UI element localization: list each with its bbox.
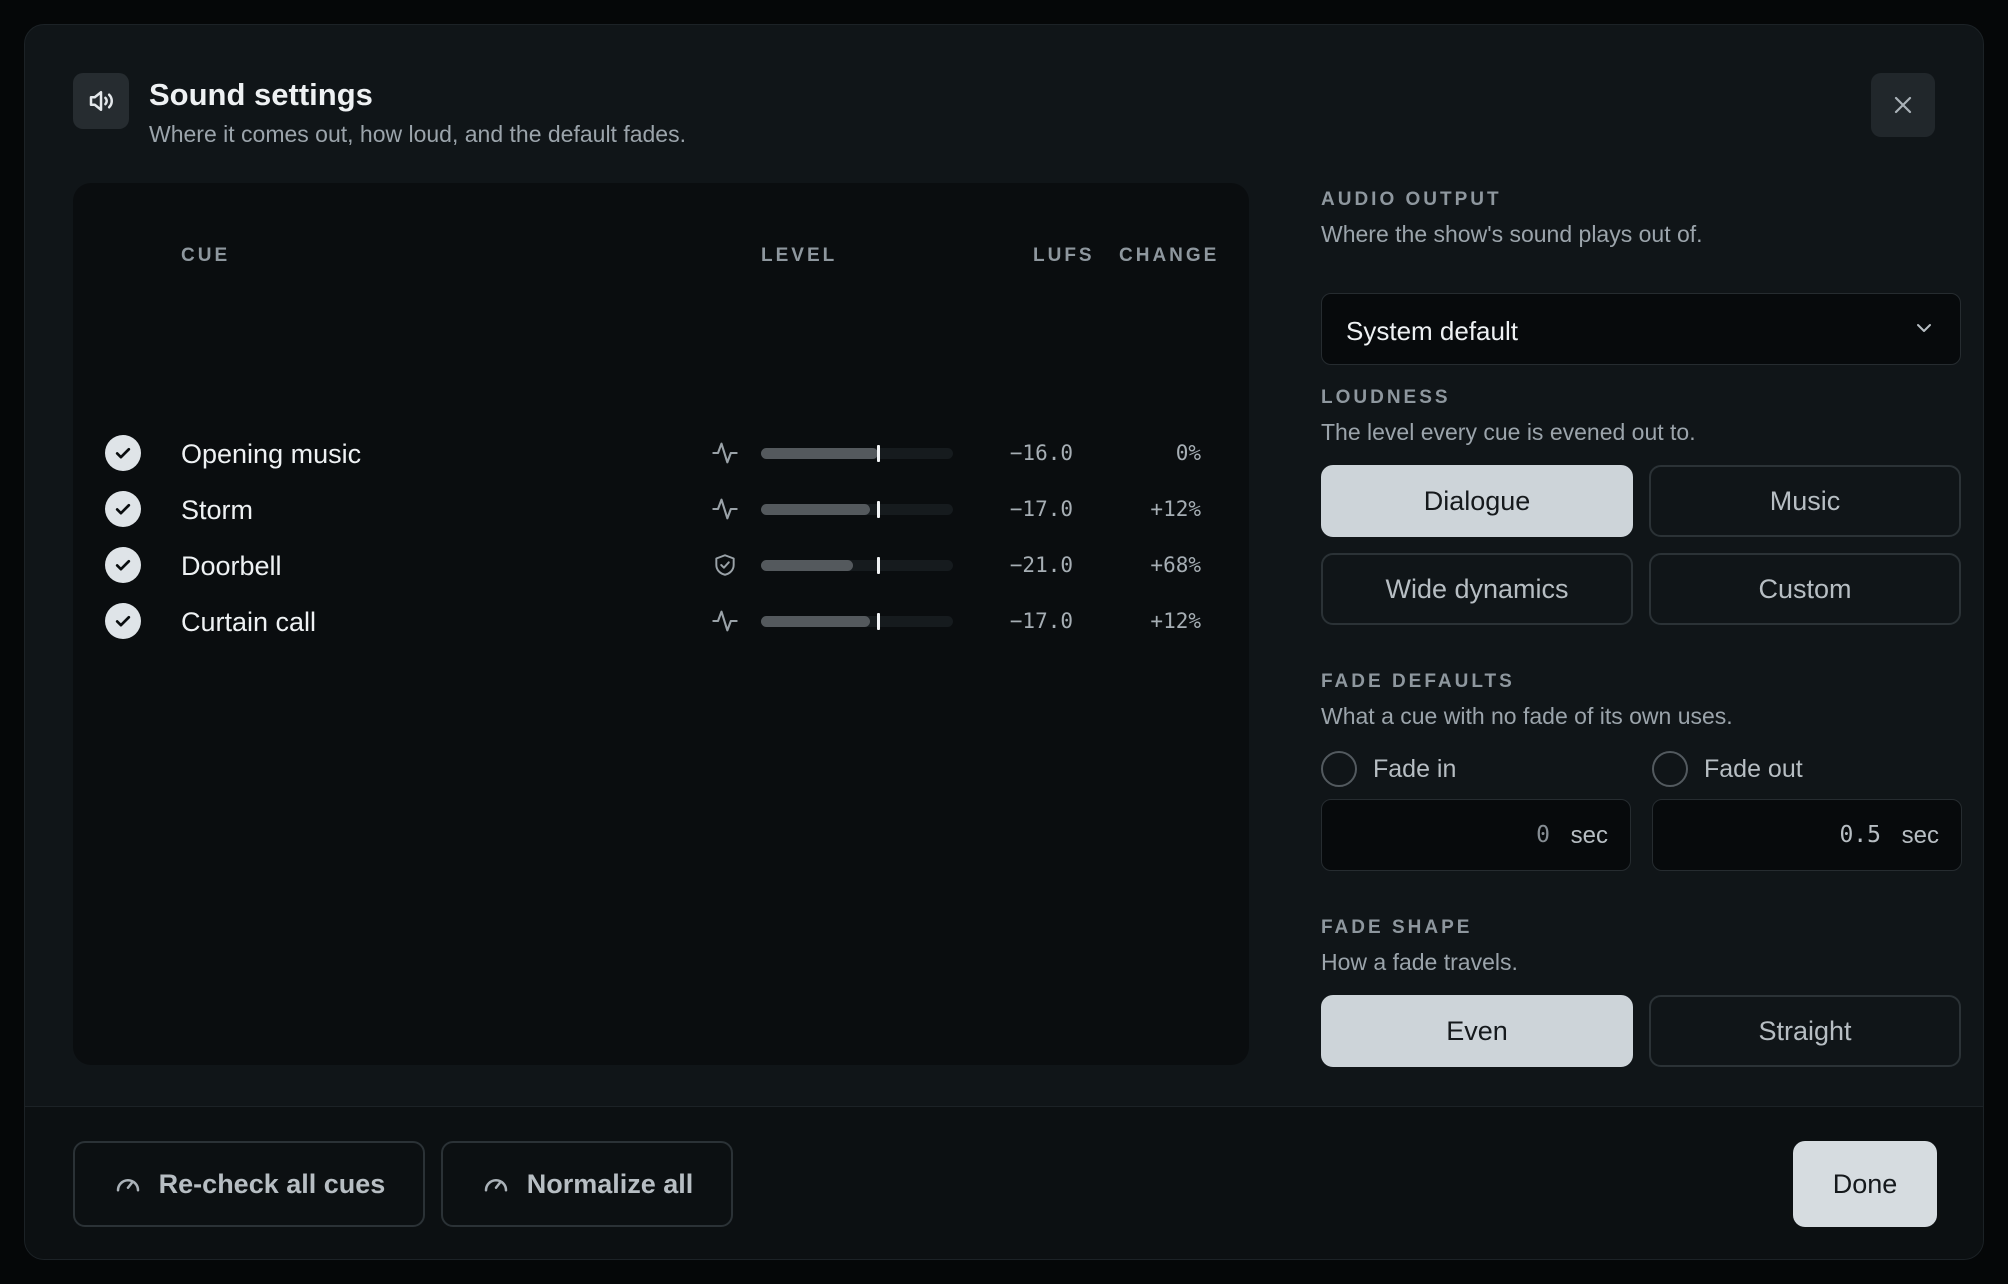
cue-row[interactable]: Curtain call −17.0 +12% [73,593,1249,649]
loudness-option-wide-dynamics[interactable]: Wide dynamics [1321,553,1633,625]
fade-defaults-label: FADE DEFAULTS [1321,671,1515,692]
done-button[interactable]: Done [1793,1141,1937,1227]
cue-change: +68% [1150,553,1201,577]
cue-name: Curtain call [181,607,317,637]
fade-in-label: Fade in [1373,755,1457,783]
fade-out-value: 0.5 [1839,822,1881,848]
dialog-subtitle: Where it comes out, how loud, and the de… [149,121,686,147]
cue-checkbox[interactable] [105,603,141,639]
target-marker [877,557,880,574]
cue-name: Storm [181,495,254,525]
level-meter-fill [761,448,879,459]
level-meter-fill [761,616,871,627]
cue-lufs: −21.0 [1009,553,1073,577]
fade-shape-label: FADE SHAPE [1321,917,1473,938]
normalize-all-button[interactable]: Normalize all [441,1141,733,1227]
cue-change: +12% [1150,497,1201,521]
loudness-description: The level every cue is evened out to. [1321,419,1696,445]
gauge-icon [116,1179,139,1192]
cue-checkbox[interactable] [105,547,141,583]
loudness-option-custom[interactable]: Custom [1649,553,1961,625]
waveform-icon [711,495,739,523]
level-meter [761,557,953,574]
audio-output-description: Where the show's sound plays out of. [1321,221,1703,247]
normalize-all-label: Normalize all [526,1168,694,1199]
cue-change: +12% [1150,609,1201,633]
fade-in-radio[interactable] [1321,751,1357,787]
close-icon [1894,96,1912,114]
level-meter [761,501,953,518]
level-meter [761,613,953,630]
fade-in-value: 0 [1536,822,1550,848]
cue-name: Doorbell [181,551,282,581]
cue-lufs: −16.0 [1009,441,1073,465]
loudness-label: LOUDNESS [1321,387,1451,408]
checkmark-icon [115,559,131,571]
level-meter-fill [761,560,854,571]
loudness-option-dialogue[interactable]: Dialogue [1321,465,1633,537]
checkmark-icon [115,447,131,459]
target-marker [877,613,880,630]
target-marker [877,445,880,462]
cue-row[interactable]: Doorbell −21.0 +68% [73,537,1249,593]
cue-checkbox[interactable] [105,435,141,471]
audio-output-value: System default [1346,316,1518,346]
cue-list-panel: CUE LEVEL LUFS CHANGE Opening music −16.… [73,183,1249,1065]
cue-row[interactable]: Storm −17.0 +12% [73,481,1249,537]
chevron-down-icon [1917,324,1931,332]
fade-shape-option-straight[interactable]: Straight [1649,995,1961,1067]
column-header-level: LEVEL [761,245,838,266]
sound-settings-dialog: Sound settings Where it comes out, how l… [24,24,1984,1260]
fade-defaults-description: What a cue with no fade of its own uses. [1321,703,1733,729]
recheck-all-cues-label: Re-check all cues [158,1168,386,1199]
gauge-icon [484,1179,507,1192]
level-meter-fill [761,504,871,515]
audio-output-label: AUDIO OUTPUT [1321,189,1502,210]
fade-in-field[interactable]: 0 sec [1321,799,1631,871]
shield-icon [711,551,739,579]
close-button[interactable] [1871,73,1935,137]
fade-in-unit: sec [1570,822,1608,849]
waveform-icon [711,607,739,635]
cue-lufs: −17.0 [1009,497,1073,521]
cue-change: 0% [1175,441,1201,465]
cue-row[interactable]: Opening music −16.0 0% [73,425,1249,481]
fade-shape-option-even[interactable]: Even [1321,995,1633,1067]
recheck-all-cues-button[interactable]: Re-check all cues [73,1141,425,1227]
cue-name: Opening music [181,439,362,469]
checkmark-icon [115,503,131,515]
fade-shape-description: How a fade travels. [1321,949,1518,975]
target-marker [877,501,880,518]
dialog-title: Sound settings [149,77,373,112]
fade-out-radio[interactable] [1652,751,1688,787]
audio-output-select[interactable]: System default [1321,293,1961,365]
loudness-option-music[interactable]: Music [1649,465,1961,537]
cue-checkbox[interactable] [105,491,141,527]
fade-out-label: Fade out [1704,755,1803,783]
cue-lufs: −17.0 [1009,609,1073,633]
fade-out-unit: sec [1901,822,1939,849]
column-header-cue: CUE [181,245,231,266]
speaker-icon [73,73,129,129]
dialog-footer: Re-check all cues Normalize all Done [25,1107,1983,1259]
level-meter [761,445,953,462]
fade-out-field[interactable]: 0.5 sec [1652,799,1962,871]
column-header-change: CHANGE [1119,245,1220,266]
checkmark-icon [115,615,131,627]
column-header-lufs: LUFS [1033,245,1095,266]
waveform-icon [711,439,739,467]
